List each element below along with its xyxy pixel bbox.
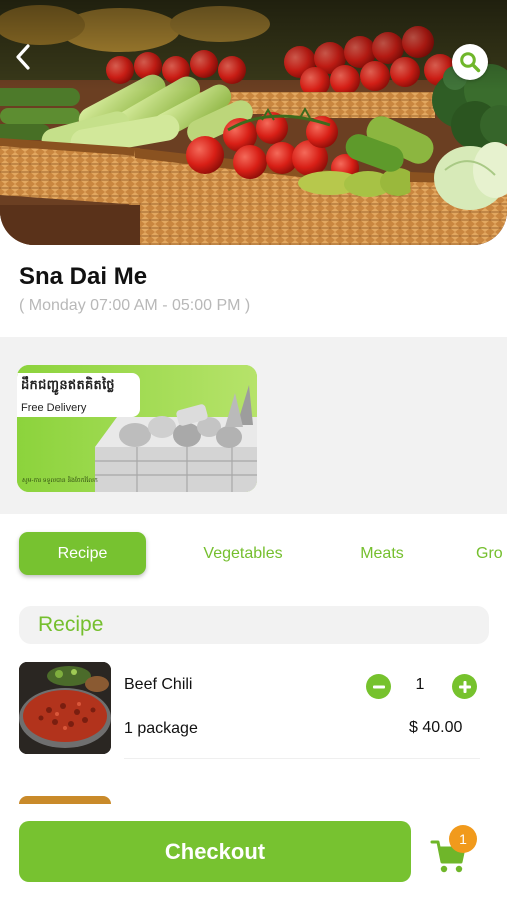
vegetable-market-photo bbox=[0, 0, 507, 245]
quantity-value: 1 bbox=[415, 676, 425, 693]
section-header: Recipe bbox=[19, 606, 489, 644]
plus-icon bbox=[458, 680, 471, 693]
free-delivery-banner[interactable]: ដឹកជញ្ជូនឥតគិតថ្លៃ Free Delivery សូម-ការ… bbox=[17, 365, 257, 492]
store-hours: ( Monday 07:00 AM - 05:00 PM ) bbox=[19, 297, 251, 314]
beef-chili-photo bbox=[19, 662, 111, 754]
back-button[interactable] bbox=[8, 40, 38, 74]
search-icon bbox=[460, 52, 481, 73]
product-image bbox=[19, 662, 111, 754]
product-row[interactable]: Beef Chili 1 package 1 $ 40.00 bbox=[0, 660, 507, 760]
product-name: Beef Chili bbox=[124, 676, 193, 693]
tab-meats[interactable]: Meats bbox=[345, 532, 419, 575]
category-tabs: Recipe Vegetables Meats Gro bbox=[0, 514, 507, 594]
promo-label: ដឹកជញ្ជូនឥតគិតថ្លៃ Free Delivery bbox=[17, 373, 140, 417]
section-title: Recipe bbox=[38, 613, 104, 636]
minus-icon bbox=[372, 685, 385, 688]
product-unit: 1 package bbox=[124, 720, 198, 737]
row-divider bbox=[124, 758, 480, 759]
tab-recipe[interactable]: Recipe bbox=[19, 532, 146, 575]
chevron-left-icon bbox=[16, 44, 30, 70]
product-price: $ 40.00 bbox=[409, 719, 463, 736]
store-name: Sna Dai Me bbox=[19, 263, 148, 290]
increase-quantity-button[interactable] bbox=[452, 674, 477, 699]
decrease-quantity-button[interactable] bbox=[366, 674, 391, 699]
search-button[interactable] bbox=[452, 44, 488, 80]
bottom-bar: Checkout 1 bbox=[0, 804, 507, 900]
promo-subtitle: Free Delivery bbox=[21, 402, 87, 414]
tab-vegetables[interactable]: Vegetables bbox=[188, 532, 298, 575]
store-hero-image bbox=[0, 0, 507, 245]
cart-count-badge: 1 bbox=[449, 825, 477, 853]
next-product-image bbox=[19, 796, 111, 804]
tab-groceries[interactable]: Gro bbox=[476, 532, 507, 575]
promo-title-khmer: ដឹកជញ្ជូនឥតគិតថ្លៃ bbox=[21, 377, 115, 392]
promo-footer-text: សូម-ការ ទទួលបាន និងចែករំលែក bbox=[22, 478, 98, 484]
checkout-button[interactable]: Checkout bbox=[19, 821, 411, 882]
store-info: Sna Dai Me ( Monday 07:00 AM - 05:00 PM … bbox=[0, 245, 507, 337]
